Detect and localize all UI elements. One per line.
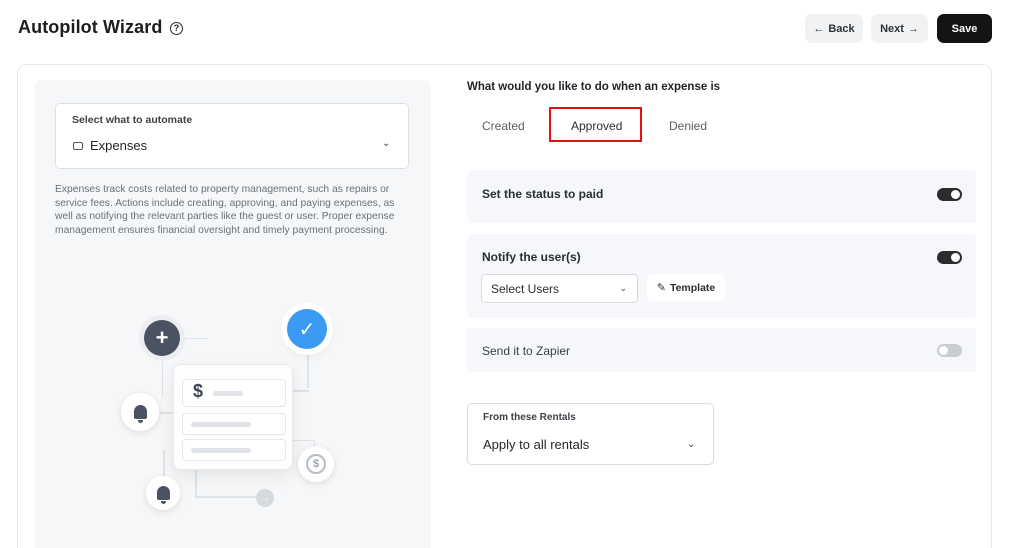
- chevron-down-icon: ⌄: [382, 138, 391, 149]
- tab-denied[interactable]: Denied: [669, 119, 707, 133]
- rentals-select-value: Apply to all rentals: [483, 437, 590, 452]
- back-button-label: Back: [828, 22, 855, 35]
- coin-icon: $: [298, 446, 334, 482]
- automate-select-label: Select what to automate: [72, 114, 193, 126]
- trigger-question: What would you like to do when an expens…: [467, 81, 721, 93]
- action-label: Send it to Zapier: [482, 344, 571, 358]
- set-status-paid-toggle[interactable]: [937, 188, 962, 201]
- next-button[interactable]: Next →: [871, 14, 928, 43]
- chevron-down-icon: ⌄: [687, 439, 696, 450]
- connector-line: [307, 348, 309, 388]
- tab-approved-highlight: [549, 107, 642, 142]
- invoice-row: [182, 413, 286, 435]
- tab-created[interactable]: Created: [482, 119, 525, 133]
- check-icon: ✓: [287, 309, 327, 349]
- expense-illustration: $ + ✓ $ →: [115, 290, 365, 530]
- action-set-status-paid: Set the status to paid: [467, 170, 976, 223]
- invoice-row: $: [182, 379, 286, 407]
- header: Autopilot Wizard ? ← Back Next → Save: [0, 0, 1017, 60]
- bell-icon: [146, 476, 180, 510]
- select-users-dropdown[interactable]: Select Users ⌄: [481, 274, 638, 303]
- arrow-right-icon: →: [907, 22, 919, 35]
- action-label: Set the status to paid: [482, 187, 604, 201]
- connector-line: [293, 390, 309, 392]
- dollar-icon: $: [193, 381, 204, 401]
- arrow-right-circle-icon: →: [256, 489, 274, 507]
- pencil-icon: ✎: [656, 282, 666, 294]
- invoice-bar: [191, 422, 251, 427]
- template-button[interactable]: ✎ Template: [647, 274, 725, 301]
- connector-line: [195, 496, 257, 498]
- save-button[interactable]: Save: [937, 14, 992, 43]
- rentals-select[interactable]: From these Rentals Apply to all rentals …: [467, 403, 714, 465]
- template-button-label: Template: [669, 281, 716, 294]
- notify-users-toggle[interactable]: [937, 251, 962, 264]
- wallet-icon: [73, 142, 83, 150]
- automate-select-value: Expenses: [90, 138, 148, 153]
- action-notify-users: Notify the user(s) Select Users ⌄ ✎ Temp…: [467, 234, 976, 318]
- automate-select[interactable]: Select what to automate Expenses ⌄: [55, 103, 409, 169]
- chevron-down-icon: ⌄: [619, 283, 627, 293]
- arrow-left-icon: ←: [813, 22, 825, 35]
- action-send-zapier: Send it to Zapier: [467, 328, 976, 372]
- plus-icon: +: [144, 320, 180, 356]
- next-button-label: Next: [880, 22, 904, 35]
- invoice-illustration: $: [173, 364, 293, 470]
- expense-description: Expenses track costs related to property…: [55, 184, 395, 236]
- action-label: Notify the user(s): [482, 250, 581, 264]
- invoice-bar: [191, 448, 251, 453]
- invoice-bar: [213, 391, 243, 396]
- bell-icon: [121, 393, 159, 431]
- send-zapier-toggle[interactable]: [937, 344, 962, 357]
- invoice-row: [182, 439, 286, 461]
- connector-line: [195, 470, 197, 496]
- back-button[interactable]: ← Back: [805, 14, 863, 43]
- rentals-select-label: From these Rentals: [483, 412, 576, 423]
- help-icon[interactable]: ?: [170, 22, 183, 35]
- page-title: Autopilot Wizard: [18, 17, 163, 37]
- select-users-value: Select Users: [491, 282, 560, 296]
